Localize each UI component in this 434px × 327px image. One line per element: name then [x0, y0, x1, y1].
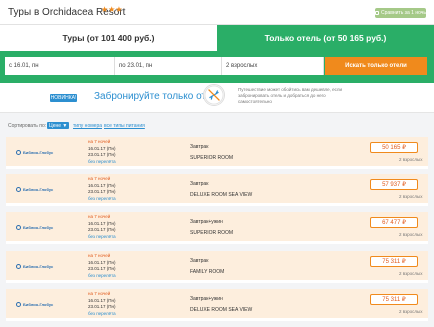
nights: на 7 ночей: [88, 176, 111, 181]
room-type: SUPERIOR ROOM: [190, 155, 234, 161]
date-end: 23.01.17 (Пн): [88, 152, 116, 157]
sort-bar: Сортировать по: Цене ▼ типу номера все т…: [0, 120, 434, 133]
guests-count: 2 взрослых: [399, 309, 423, 314]
globe-icon: [16, 264, 21, 269]
new-badge: НОВИНКА!: [50, 94, 77, 102]
guests-count: 2 взрослых: [399, 271, 423, 276]
flight-info[interactable]: без перелёта: [88, 196, 116, 201]
result-row: Библио-Глобус на 7 ночей 16.01.17 (Пн) 23…: [6, 174, 428, 206]
operator-name: Библио-Глобус: [23, 264, 54, 269]
price-button[interactable]: 75 311 ₽: [370, 256, 418, 267]
compare-button[interactable]: Сравнить за 1 ночь: [375, 8, 426, 18]
meal-type: Завтрак+ужин: [190, 219, 223, 225]
room-type: DELUXE ROOM SEA VIEW: [190, 307, 253, 313]
date-end: 23.01.17 (Пн): [88, 227, 116, 232]
nights: на 7 ночей: [88, 291, 111, 296]
globe-icon: [16, 150, 21, 155]
operator-name: Библио-Глобус: [23, 302, 54, 307]
room-type: DELUXE ROOM SEA VIEW: [190, 192, 253, 198]
dates: 16.01.17 (Пн) 23.01.17 (Пн): [88, 260, 115, 272]
date-end: 23.01.17 (Пн): [88, 266, 116, 271]
flight-info[interactable]: без перелёта: [88, 159, 116, 164]
date-end: 23.01.17 (Пн): [88, 304, 116, 309]
globe-icon: [16, 302, 21, 307]
operator-logo: Библио-Глобус: [16, 225, 53, 230]
dates: 16.01.17 (Пн) 23.01.17 (Пн): [88, 221, 115, 233]
flight-info[interactable]: без перелёта: [88, 273, 116, 278]
tab-hotel-only[interactable]: Только отель (от 50 165 руб.): [217, 25, 434, 51]
guests-count: 2 взрослых: [399, 232, 423, 237]
guests-count: 2 взрослых: [399, 194, 423, 199]
operator-logo: Библио-Глобус: [16, 264, 53, 269]
operator-logo: Библио-Глобус: [16, 187, 53, 192]
sort-label: Сортировать по:: [8, 123, 47, 129]
guests-count: 2 взрослых: [399, 157, 423, 162]
flight-info[interactable]: без перелёта: [88, 311, 116, 316]
room-type: SUPERIOR ROOM: [190, 230, 234, 236]
price-button[interactable]: 75 311 ₽: [370, 294, 418, 305]
nights: на 7 ночей: [88, 253, 111, 258]
flight-info[interactable]: без перелёта: [88, 234, 116, 239]
dates: 16.01.17 (Пн) 23.01.17 (Пн): [88, 183, 115, 195]
hotel-page: Туры в Orchidacea Resort ★★★ Сравнить за…: [0, 0, 434, 327]
promo-note: Путешествие может обойтись вам дешевле, …: [238, 87, 343, 104]
meal-type: Завтрак: [190, 144, 209, 150]
result-row: Библио-Глобус на 7 ночей 16.01.17 (Пн) 23…: [6, 137, 428, 169]
operator-name: Библио-Глобус: [23, 150, 54, 155]
tab-tours[interactable]: Туры (от 101 400 руб.): [0, 25, 217, 51]
room-type: FAMILY ROOM: [190, 269, 225, 275]
price-button[interactable]: 67 477 ₽: [370, 217, 418, 228]
date-from-field[interactable]: с 16.01, пн: [5, 57, 115, 75]
search-button[interactable]: Искать только отели: [325, 57, 427, 75]
result-row: Библио-Глобус на 7 ночей 16.01.17 (Пн) 23…: [6, 212, 428, 244]
guests-field[interactable]: 2 взрослых: [222, 57, 324, 75]
operator-logo: Библио-Глобус: [16, 302, 53, 307]
sort-by-room-type[interactable]: типу номера: [73, 123, 102, 129]
price-button[interactable]: 50 165 ₽: [370, 142, 418, 153]
operator-logo: Библио-Глобус: [16, 150, 53, 155]
search-bar: с 16.01, пн по 23.01, пн 2 взрослых Иска…: [0, 51, 434, 83]
date-to-field[interactable]: по 23.01, пн: [115, 57, 222, 75]
meal-type: Завтрак+ужин: [190, 296, 223, 302]
meal-type: Завтрак: [190, 181, 209, 187]
globe-icon: [16, 187, 21, 192]
compare-label: Сравнить за 1 ночь: [381, 10, 426, 16]
globe-icon: [16, 225, 21, 230]
sort-by-meal-type[interactable]: все типы питания: [104, 123, 145, 129]
dates: 16.01.17 (Пн) 23.01.17 (Пн): [88, 298, 115, 310]
no-flight-icon: [203, 84, 225, 106]
nights: на 7 ночей: [88, 214, 111, 219]
checkbox-icon: [375, 11, 380, 15]
hotel-stars: ★★★: [101, 5, 123, 14]
result-row: Библио-Глобус на 7 ночей 16.01.17 (Пн) 23…: [6, 251, 428, 283]
price-button[interactable]: 57 937 ₽: [370, 179, 418, 190]
result-row: Библио-Глобус на 7 ночей 16.01.17 (Пн) 23…: [6, 289, 428, 321]
dates: 16.01.17 (Пн) 23.01.17 (Пн): [88, 146, 115, 158]
date-end: 23.01.17 (Пн): [88, 189, 116, 194]
operator-name: Библио-Глобус: [23, 187, 54, 192]
nights: на 7 ночей: [88, 139, 111, 144]
page-header: Туры в Orchidacea Resort ★★★ Сравнить за…: [0, 0, 434, 25]
sort-by-price[interactable]: Цене ▼: [47, 122, 70, 129]
meal-type: Завтрак: [190, 258, 209, 264]
operator-name: Библио-Глобус: [23, 225, 54, 230]
